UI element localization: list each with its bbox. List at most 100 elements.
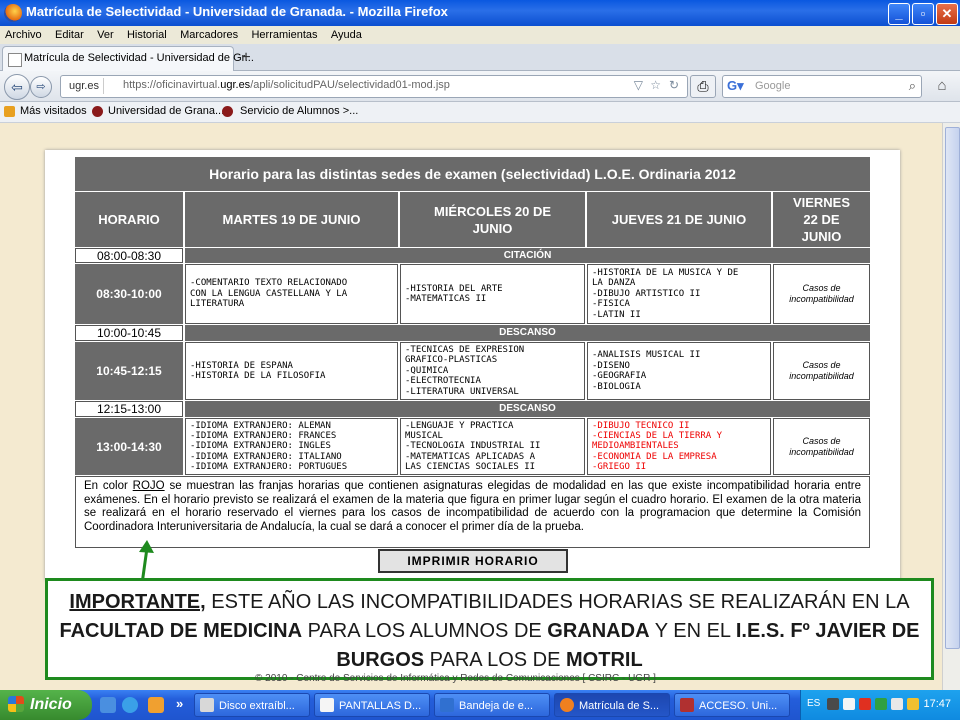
bookmark-mas-visitados[interactable]: Más visitados (20, 105, 87, 117)
site-identity-button[interactable]: ugr.es (65, 78, 104, 94)
bookmark-universidad[interactable]: Universidad de Grana... (108, 105, 224, 117)
start-label: Inicio (30, 696, 72, 713)
scrollbar-thumb[interactable] (945, 127, 960, 649)
bookmark-servicio-alumnos[interactable]: Servicio de Alumnos >... (240, 105, 358, 117)
access-icon (680, 698, 694, 712)
taskbar-item-bandeja[interactable]: Bandeja de e... (434, 693, 550, 717)
subject-item: -CIENCIAS DE LA TIERRA Y (592, 431, 723, 442)
forward-arrow-icon[interactable]: ⇨ (30, 76, 52, 98)
subject-item: -DIBUJO TÉCNICO II (592, 421, 690, 431)
time-cell: 10:45-12:15 (75, 342, 183, 400)
subjects-cell-incompatible: -DIBUJO TÉCNICO II -CIENCIAS DE LA TIERR… (587, 418, 771, 475)
tray-icon[interactable] (907, 698, 919, 710)
page-favicon-icon (8, 53, 22, 67)
tray-icon[interactable] (827, 698, 839, 710)
subject-item: -IDIOMA EXTRANJERO: PORTUGUÉS (190, 461, 348, 472)
subject-item: -IDIOMA EXTRANJERO: FRANCÉS (190, 431, 337, 442)
taskbar-item-matricula[interactable]: Matrícula de S... (554, 693, 670, 717)
maximize-button[interactable]: ▫ (912, 3, 934, 25)
folder-icon (4, 106, 15, 117)
taskbar-item-pantallas[interactable]: PANTALLAS D... (314, 693, 430, 717)
window-title: Matrícula de Selectividad - Universidad … (26, 4, 448, 19)
subjects-cell: -HISTORIA DEL ARTE -MATEMÁTICAS II (400, 264, 585, 324)
subjects-cell: -ANÁLISIS MUSICAL II -DISEÑO -GEOGRAFÍA … (587, 342, 771, 400)
speaker-icon[interactable] (891, 698, 903, 710)
subject-item: -ECONOMÍA DE LA EMPRESA (592, 451, 717, 462)
citacion-band: CITACIÓN (185, 248, 870, 263)
firefox-icon (4, 4, 22, 22)
subject-item: -TÉCNICAS DE EXPRESIÓN (405, 344, 525, 355)
show-desktop-icon[interactable] (100, 697, 116, 713)
system-tray: ES 17:47 (800, 690, 960, 720)
firefox-quicklaunch-icon[interactable] (148, 697, 164, 713)
close-button[interactable]: ✕ (936, 3, 958, 25)
subject-item: -ELECTROTECNIA (405, 376, 481, 387)
print-icon[interactable]: ⎙ (690, 75, 716, 98)
ugr-logo-icon (222, 106, 233, 117)
dropdown-arrow-icon[interactable]: ▽ (634, 78, 643, 92)
reload-icon[interactable]: ↻ (669, 78, 679, 92)
menu-ayuda[interactable]: Ayuda (326, 26, 367, 44)
col-header-viernes: VIERNES 22 DE JUNIO (773, 192, 870, 247)
menu-marcadores[interactable]: Marcadores (175, 26, 243, 44)
time-cell: 12:15-13:00 (75, 401, 183, 417)
internet-explorer-icon[interactable] (122, 697, 138, 713)
tray-icon[interactable] (875, 698, 887, 710)
tray-icon[interactable] (843, 698, 855, 710)
subject-item: -IDIOMA EXTRANJERO: INGLÉS (190, 441, 331, 452)
subject-item: -MATEMÁTICAS II (405, 294, 487, 304)
subjects-cell: -COMENTARIO TEXTO RELACIONADO CON LA LEN… (185, 264, 398, 324)
menu-herramientas[interactable]: Herramientas (246, 26, 322, 44)
minimize-button[interactable]: _ (888, 3, 910, 25)
search-icon[interactable]: ⌕ (909, 78, 916, 94)
windows-taskbar: Inicio » Disco extraíbl... PANTALLAS D..… (0, 690, 960, 720)
address-bar[interactable]: ugr.es https://oficinavirtual.ugr.es/apl… (60, 75, 688, 98)
search-input[interactable]: Google (755, 80, 790, 92)
home-icon[interactable]: ⌂ (930, 75, 954, 96)
taskbar-item-label: Disco extraíbl... (219, 700, 295, 712)
subject-item: -TECNOLOGÍA INDUSTRIAL II (405, 441, 541, 452)
navigation-toolbar: ⇦ ⇨ ugr.es https://oficinavirtual.ugr.es… (0, 71, 960, 102)
note-rojo: ROJO (132, 480, 165, 492)
bookmark-star-icon[interactable]: ☆ (650, 78, 661, 92)
time-cell: 13:00-14:30 (75, 418, 183, 475)
time-cell: 08:30-10:00 (75, 264, 183, 324)
menu-bar: Archivo Editar Ver Historial Marcadores … (0, 26, 960, 44)
subject-item: -FÍSICA (592, 299, 630, 310)
menu-ver[interactable]: Ver (92, 26, 119, 44)
antivirus-icon[interactable] (859, 698, 871, 710)
notice-highlight: MOTRIL (566, 649, 643, 671)
subject-item: LA DANZA (592, 278, 636, 289)
window-title-bar[interactable]: Matrícula de Selectividad - Universidad … (0, 0, 960, 26)
tab-matricula[interactable]: Matrícula de Selectividad - Universidad … (2, 46, 254, 71)
google-icon[interactable]: G▾ (727, 78, 744, 94)
bookmarks-toolbar: Más visitados Universidad de Grana... Se… (0, 102, 960, 123)
subject-item: GRÁFICO-PLÁSTICAS (405, 355, 498, 366)
start-button[interactable]: Inicio (0, 690, 92, 720)
incompatibility-note: En color ROJO se muestran las franjas ho… (75, 476, 870, 548)
language-indicator[interactable]: ES (807, 698, 820, 709)
windows-logo-icon (8, 696, 24, 712)
taskbar-item-disco[interactable]: Disco extraíbl... (194, 693, 310, 717)
subject-item: -HISTORIA DE ESPAÑA (190, 360, 293, 371)
subject-item: -LATÍN II (592, 309, 641, 320)
subject-item: MEDIOAMBIENTALES (592, 441, 679, 452)
taskbar-item-acceso[interactable]: ACCESO. Uni... (674, 693, 790, 717)
quicklaunch-more[interactable]: » (176, 696, 183, 711)
menu-editar[interactable]: Editar (50, 26, 89, 44)
new-tab-button[interactable]: + (235, 48, 257, 68)
menu-historial[interactable]: Historial (122, 26, 172, 44)
subjects-cell: -HISTORIA DE LA MÚSICA Y DE LA DANZA -DI… (587, 264, 771, 324)
subject-item: -QUÍMICA (405, 365, 449, 376)
subjects-cell: -HISTORIA DE ESPAÑA -HISTORIA DE LA FILO… (185, 342, 398, 400)
menu-archivo[interactable]: Archivo (0, 26, 47, 44)
search-bar[interactable]: G▾ Google ⌕ (722, 75, 922, 98)
back-arrow-icon[interactable]: ⇦ (4, 74, 30, 100)
note-text: En color (84, 480, 133, 492)
vertical-scrollbar[interactable] (942, 123, 960, 690)
subject-item: -GEOGRAFÍA (592, 371, 647, 381)
taskbar-item-label: ACCESO. Uni... (699, 700, 778, 712)
imprimir-horario-button[interactable]: IMPRIMIR HORARIO (378, 549, 568, 573)
notice-text: Y EN EL (649, 620, 736, 642)
firefox-icon (560, 698, 574, 712)
